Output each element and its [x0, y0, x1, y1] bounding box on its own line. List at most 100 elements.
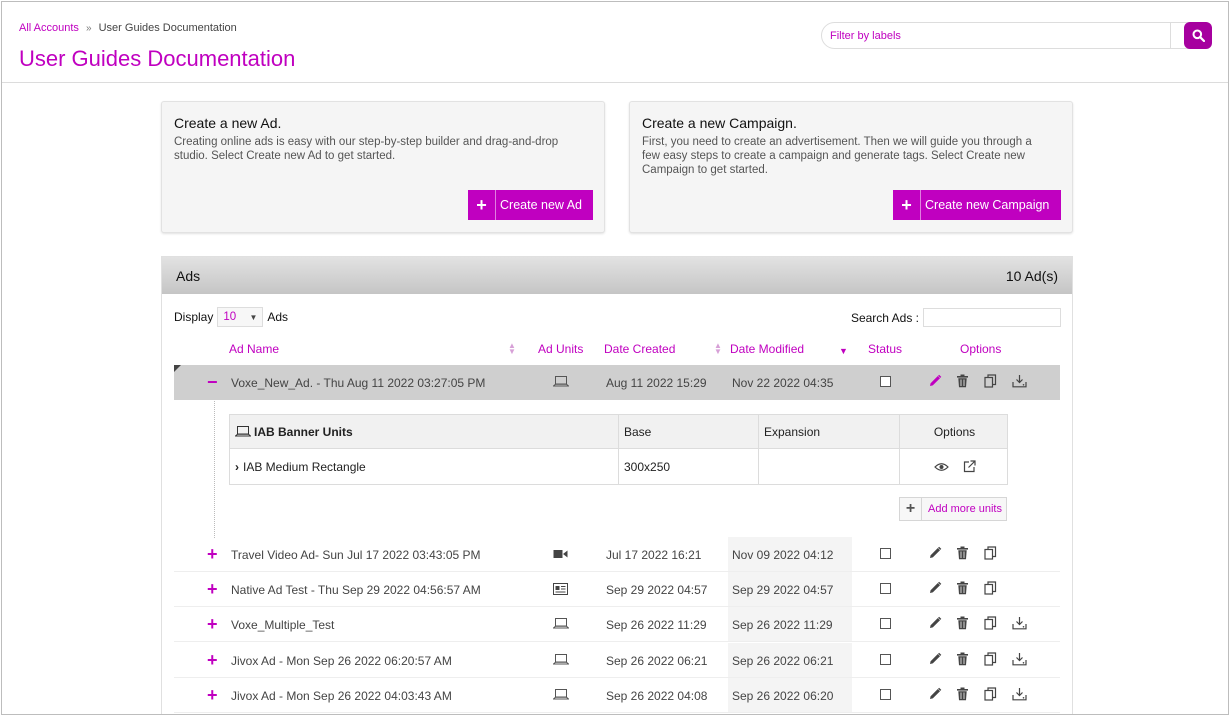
export-download-icon[interactable]	[1012, 687, 1028, 703]
create-new-campaign-button[interactable]: + Create new Campaign	[893, 190, 1061, 220]
app-frame: All Accounts » User Guides Documentation…	[1, 1, 1229, 715]
create-ad-card: Create a new Ad. Creating online ads is …	[161, 101, 605, 233]
create-campaign-card: Create a new Campaign. First, you need t…	[629, 101, 1073, 233]
create-new-ad-label: Create new Ad	[500, 198, 582, 212]
duplicate-copy-icon[interactable]	[984, 616, 1000, 632]
search-ads: Search Ads :	[851, 308, 1061, 327]
sort-both-icon: ▲ ▼	[714, 341, 722, 356]
preview-eye-icon[interactable]	[933, 462, 949, 472]
ad-unit-row[interactable]: › IAB Medium Rectangle 300x250	[230, 449, 1007, 484]
display-suffix: Ads	[267, 310, 289, 324]
native-card-icon	[553, 583, 568, 598]
expand-row-icon[interactable]: +	[207, 615, 218, 633]
status-checkbox[interactable]	[880, 548, 891, 559]
ad-name[interactable]: Native Ad Test - Thu Sep 29 2022 04:56:5…	[231, 583, 481, 597]
add-more-units-button[interactable]: + Add more units	[899, 497, 1007, 521]
expand-row-icon[interactable]: +	[207, 686, 218, 704]
create-new-ad-button[interactable]: + Create new Ad	[468, 190, 593, 220]
create-campaign-title: Create a new Campaign.	[642, 115, 797, 131]
row-options	[928, 687, 1028, 703]
column-date-modified[interactable]: Date Modified	[730, 342, 804, 356]
date-modified: Sep 26 2022 11:29	[732, 618, 833, 632]
sort-down-icon: ▼	[839, 346, 848, 356]
ad-row[interactable]: + Jivox Ad - Mon Sep 26 2022 04:03:43 AM S…	[174, 678, 1060, 713]
filter-search-button[interactable]	[1184, 22, 1212, 49]
date-created: Sep 26 2022 06:21	[606, 654, 708, 668]
edit-pencil-icon[interactable]	[928, 652, 944, 668]
ad-row[interactable]: + Travel Video Ad- Sun Jul 17 2022 03:43:…	[174, 537, 1060, 572]
delete-trash-icon[interactable]	[956, 652, 972, 668]
date-modified: Sep 29 2022 04:57	[732, 583, 834, 597]
delete-trash-icon[interactable]	[956, 616, 972, 632]
ad-row[interactable]: + Native Ad Test - Thu Sep 29 2022 04:56:…	[174, 572, 1060, 607]
duplicate-copy-icon[interactable]	[984, 652, 1000, 668]
expand-row-icon[interactable]: +	[207, 545, 218, 563]
ad-name[interactable]: Voxe_Multiple_Test	[231, 618, 334, 632]
delete-trash-icon[interactable]	[956, 581, 972, 597]
breadcrumb-all-accounts[interactable]: All Accounts	[19, 22, 79, 34]
date-modified: Sep 26 2022 06:21	[732, 654, 834, 668]
status-checkbox[interactable]	[880, 654, 891, 665]
ad-row[interactable]: − Voxe_New_Ad. - Thu Aug 11 2022 03:27:05…	[174, 365, 1060, 400]
delete-trash-icon[interactable]	[956, 546, 972, 562]
display-count-select[interactable]: 10 ▼	[217, 307, 264, 327]
export-download-icon[interactable]	[1012, 616, 1028, 632]
status-checkbox[interactable]	[880, 376, 891, 387]
plus-icon: +	[893, 190, 921, 220]
breadcrumb-current: User Guides Documentation	[98, 22, 237, 34]
ad-units-detail: IAB Banner Units Base Expansion Options …	[214, 401, 1021, 538]
expand-row-icon[interactable]: +	[207, 651, 218, 669]
edit-pencil-icon[interactable]	[928, 374, 944, 390]
video-icon	[553, 548, 568, 562]
ad-units-table: IAB Banner Units Base Expansion Options …	[229, 414, 1008, 485]
create-ad-description: Creating online ads is easy with our ste…	[174, 136, 559, 162]
duplicate-copy-icon[interactable]	[984, 546, 1000, 562]
status-checkbox[interactable]	[880, 689, 891, 700]
status-checkbox[interactable]	[880, 618, 891, 629]
ad-name[interactable]: Jivox Ad - Mon Sep 26 2022 04:03:43 AM	[231, 689, 452, 703]
collapse-row-icon[interactable]: −	[207, 373, 218, 391]
ads-panel: Ads 10 Ad(s) Display 10 ▼ Ads Search Ads…	[161, 256, 1073, 714]
filter-input[interactable]	[828, 26, 1168, 46]
ad-unit-options	[900, 449, 1009, 484]
duplicate-copy-icon[interactable]	[984, 687, 1000, 703]
edit-pencil-icon[interactable]	[928, 546, 944, 562]
laptop-icon	[552, 376, 570, 390]
edit-pencil-icon[interactable]	[928, 687, 944, 703]
ads-panel-title: Ads	[176, 268, 201, 284]
duplicate-copy-icon[interactable]	[984, 374, 1000, 390]
column-options: Options	[960, 342, 1002, 356]
edit-pencil-icon[interactable]	[928, 616, 944, 632]
row-options	[928, 581, 1000, 597]
column-date-created[interactable]: Date Created	[604, 342, 675, 356]
laptop-icon	[552, 618, 570, 632]
edit-pencil-icon[interactable]	[928, 581, 944, 597]
iab-banner-units-header: IAB Banner Units	[230, 415, 619, 448]
column-ad-units[interactable]: Ad Units	[538, 342, 583, 356]
column-ad-name[interactable]: Ad Name	[229, 342, 279, 356]
ad-name[interactable]: Travel Video Ad- Sun Jul 17 2022 03:43:0…	[231, 548, 481, 562]
delete-trash-icon[interactable]	[956, 374, 972, 390]
date-modified: Nov 22 2022 04:35	[732, 376, 834, 390]
ad-name[interactable]: Jivox Ad - Mon Sep 26 2022 06:20:57 AM	[231, 654, 452, 668]
unit-options-header: Options	[933, 424, 976, 439]
create-campaign-description: First, you need to create an advertiseme…	[642, 136, 1032, 176]
delete-trash-icon[interactable]	[956, 687, 972, 703]
status-checkbox[interactable]	[880, 583, 891, 594]
page-title: User Guides Documentation	[19, 46, 296, 71]
expand-row-icon[interactable]: +	[207, 580, 218, 598]
add-more-units-label: Add more units	[928, 503, 1002, 515]
export-download-icon[interactable]	[1012, 652, 1028, 668]
ad-row[interactable]: + Jivox Ad - Mon Sep 26 2022 06:20:57 AM S…	[174, 643, 1060, 678]
ad-name[interactable]: Voxe_New_Ad. - Thu Aug 11 2022 03:27:05 …	[231, 376, 485, 390]
ad-row[interactable]: + Voxe_Multiple_Test Sep 26 2022 11:29 Sep …	[174, 607, 1060, 642]
search-ads-input[interactable]	[923, 308, 1061, 327]
plus-icon: +	[468, 190, 496, 220]
date-created: Sep 29 2022 04:57	[606, 583, 708, 597]
open-external-icon[interactable]	[963, 460, 976, 473]
chevron-right-icon[interactable]: ›	[235, 460, 239, 474]
export-download-icon[interactable]	[1012, 374, 1028, 390]
duplicate-copy-icon[interactable]	[984, 581, 1000, 597]
filter-divider	[1170, 23, 1171, 48]
base-header: Base	[619, 415, 759, 448]
